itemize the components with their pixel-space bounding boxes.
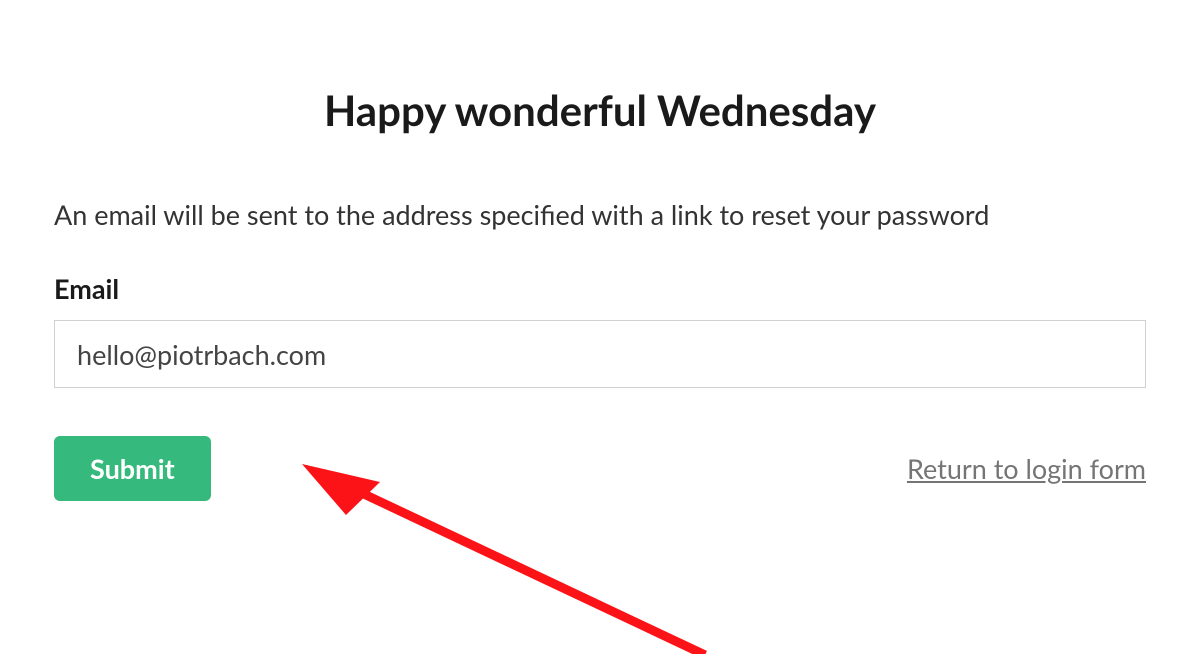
password-reset-form: Happy wonderful Wednesday An email will … [0,0,1200,501]
email-field[interactable] [54,320,1146,388]
form-actions: Submit Return to login form [54,436,1146,501]
instruction-text: An email will be sent to the address spe… [54,195,1146,234]
page-title: Happy wonderful Wednesday [54,85,1146,135]
submit-button[interactable]: Submit [54,436,211,501]
email-label: Email [54,272,1146,305]
return-to-login-link[interactable]: Return to login form [907,452,1146,485]
